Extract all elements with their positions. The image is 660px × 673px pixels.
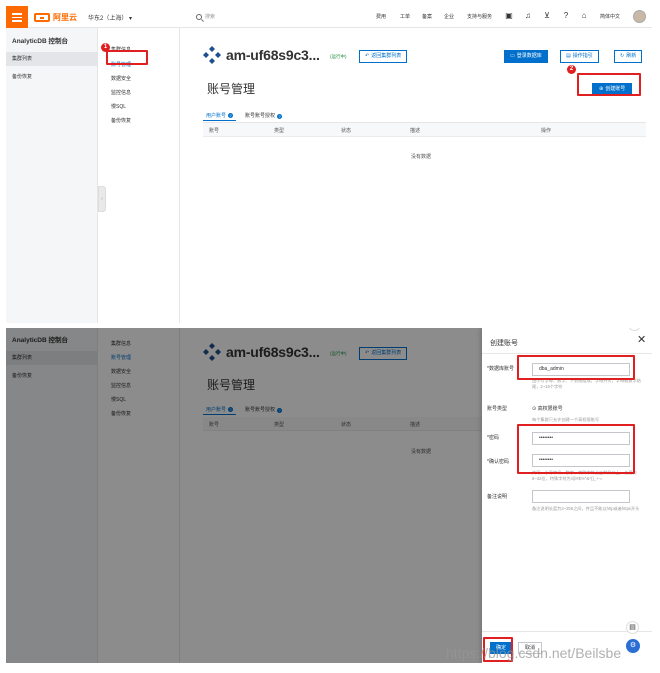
- cluster-status: (运行中): [330, 54, 347, 59]
- sidebar-item-cluster-list[interactable]: 集群列表: [6, 52, 98, 66]
- refresh-label: 刷新: [626, 53, 637, 59]
- login-db-button[interactable]: ▭ 登录数据库: [504, 50, 548, 63]
- col-description: 描述: [410, 128, 421, 134]
- account-tabs: 用户账号? 账号账号授权?: [203, 111, 285, 121]
- watermark: https://blog.csdn.net/Beilsbe: [446, 645, 622, 661]
- page-title: 账号管理: [207, 82, 256, 96]
- account-type-label: 账号类型: [487, 406, 508, 412]
- nav-support[interactable]: 支持与服务: [467, 13, 492, 20]
- help-icon: ?: [228, 113, 234, 118]
- cluster-subnav: 集群信息 账号管理 数据安全 监控信息 慢SQL 备份恢复: [98, 28, 180, 323]
- top-screenshot: 阿里云 华东2（上海） ▾ 搜索 费用 工单 备案 企业 支持与服务 ▣ ♫ ⊻…: [6, 6, 652, 323]
- search-icon: [196, 13, 202, 20]
- nav-fees[interactable]: 费用: [376, 13, 386, 20]
- aliyun-logo[interactable]: 阿里云: [34, 11, 77, 23]
- modal-overlay[interactable]: [6, 328, 482, 663]
- drawer-title: 创建账号: [490, 340, 518, 347]
- tab-account-authorization[interactable]: 账号账号授权?: [242, 111, 285, 121]
- tab-account-authorization-label: 账号账号授权: [245, 113, 276, 119]
- language-selector[interactable]: 简体中文: [600, 13, 620, 20]
- tab-user-accounts[interactable]: 用户账号?: [203, 111, 237, 121]
- region-label: 华东2（上海）: [88, 16, 128, 22]
- subnav-data-security[interactable]: 数据安全: [111, 75, 131, 82]
- op-guide-label: 操作指引: [572, 53, 593, 59]
- chevron-down-icon: ▾: [129, 16, 133, 22]
- console-sidebar: AnalyticDB 控制台 集群列表 备份恢复: [6, 28, 98, 323]
- terminal-icon[interactable]: ▣: [505, 12, 513, 20]
- feedback-icon[interactable]: ▤: [626, 621, 639, 634]
- highlight-create-account: [577, 73, 641, 96]
- close-icon[interactable]: ✕: [637, 335, 646, 346]
- search-placeholder: 搜索: [205, 14, 216, 20]
- doc-icon: ▤: [566, 53, 571, 59]
- top-navbar: 阿里云 华东2（上海） ▾ 搜索 费用 工单 备案 企业 支持与服务 ▣ ♫ ⊻…: [6, 6, 652, 28]
- remark-hint: 备注说明长度为2~256之间，并且不能以http或者https开头: [532, 506, 640, 511]
- cart-icon[interactable]: ⊻: [543, 12, 551, 20]
- logo-text: 阿里云: [53, 12, 77, 22]
- radio-icon[interactable]: ⊙: [532, 406, 536, 412]
- region-selector[interactable]: 华东2（上海） ▾: [88, 13, 132, 22]
- collapse-handle[interactable]: ‹: [98, 186, 106, 212]
- avatar[interactable]: [633, 10, 646, 23]
- help-icon: ?: [277, 113, 283, 119]
- bell-icon[interactable]: ♫: [524, 12, 532, 20]
- subnav-slow-sql[interactable]: 慢SQL: [111, 103, 126, 110]
- subnav-backup[interactable]: 备份恢复: [111, 117, 131, 124]
- highlight-password-inputs: [517, 424, 635, 474]
- refresh-icon: ↻: [620, 53, 625, 59]
- remark-input[interactable]: [532, 490, 630, 503]
- col-actions: 操作: [541, 128, 552, 134]
- step-badge-2: 2: [567, 65, 576, 74]
- back-arrow-icon: ↶: [365, 53, 370, 59]
- help-icon[interactable]: ?: [562, 12, 570, 20]
- assistant-icon[interactable]: ⚙: [626, 639, 640, 653]
- search-box[interactable]: 搜索: [196, 13, 215, 20]
- account-type-hint: 每个集群只允许创建一个高权限账号: [532, 417, 600, 422]
- sidebar-item-backup[interactable]: 备份恢复: [6, 70, 98, 84]
- refresh-button[interactable]: ↻ 刷新: [614, 50, 643, 63]
- account-type-text: 高权限账号: [537, 406, 563, 412]
- console-title: AnalyticDB 控制台: [12, 38, 68, 45]
- account-label: *数据库账号: [487, 366, 514, 372]
- back-button-label: 返回集群列表: [371, 53, 402, 59]
- nav-enterprise[interactable]: 企业: [444, 13, 454, 20]
- menu-icon[interactable]: [6, 6, 28, 28]
- empty-state: 没有数据: [411, 154, 432, 160]
- bottom-screenshot: AnalyticDB 控制台 集群列表 备份恢复 集群信息 账号管理 数据安全 …: [6, 328, 652, 663]
- confirm-password-label: *确认密码: [487, 459, 509, 465]
- tab-user-accounts-label: 用户账号: [206, 112, 227, 119]
- drawer-divider: [482, 353, 652, 354]
- subnav-monitoring[interactable]: 监控信息: [111, 89, 131, 96]
- table-header: 账号 类型 状态 描述 操作: [203, 123, 646, 137]
- col-status: 状态: [341, 128, 352, 134]
- nav-ticket[interactable]: 工单: [400, 13, 410, 20]
- op-guide-button[interactable]: ▤ 操作指引: [560, 50, 599, 63]
- account-type-value: ⊙ 高权限账号: [532, 405, 563, 412]
- monitor-icon: ▭: [510, 53, 515, 59]
- home-icon[interactable]: ⌂: [580, 12, 588, 20]
- highlight-account-input: [517, 355, 635, 380]
- col-type: 类型: [274, 128, 285, 134]
- nav-icp[interactable]: 备案: [422, 13, 432, 20]
- cluster-logo-icon: [203, 46, 221, 64]
- highlight-account-management: [106, 50, 148, 65]
- aliyun-logo-icon: [34, 12, 50, 22]
- step-badge-1: 1: [101, 43, 110, 52]
- col-account: 账号: [209, 128, 220, 134]
- remark-label: 备注说明: [487, 494, 508, 500]
- login-db-label: 登录数据库: [516, 53, 542, 59]
- password-label: *密码: [487, 435, 499, 441]
- cluster-name: am-uf68s9c3...: [226, 47, 320, 63]
- back-to-list-button[interactable]: ↶ 返回集群列表: [359, 50, 408, 63]
